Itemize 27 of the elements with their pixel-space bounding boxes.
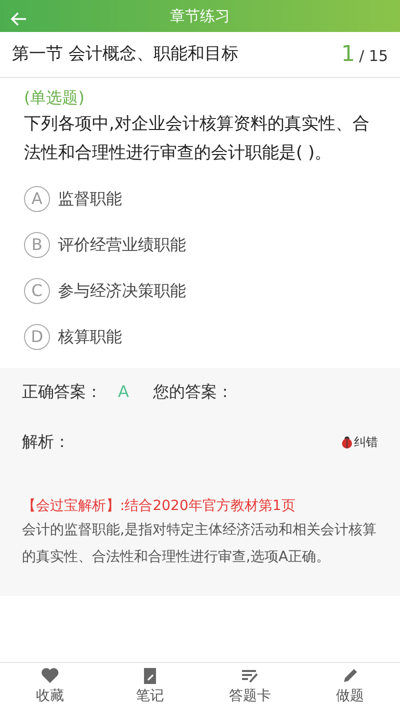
section-title: 第一节 会计概念、职能和目标 — [12, 42, 238, 66]
analysis-label: 解析： — [22, 431, 70, 453]
page-title: 章节练习 — [170, 7, 230, 25]
current-question-number: 1 — [341, 41, 356, 69]
question-total: / 15 — [359, 46, 388, 67]
analysis-text: 会计的监督职能,是指对特定主体经济活动和相关会计核算的真实性、合法性和合理性进行审查,选项A正确。 — [22, 521, 378, 567]
option-item[interactable]: A 监督职能 — [24, 176, 376, 222]
correct-answer-label: 正确答案： — [22, 381, 102, 403]
heart-icon — [40, 666, 60, 686]
nav-tab[interactable]: 收藏 — [10, 666, 90, 707]
report-error-button[interactable]: 纠错 — [340, 433, 378, 451]
your-answer-label: 您的答案： — [152, 381, 233, 403]
option-item[interactable]: D 核算职能 — [24, 314, 376, 360]
nav-tab[interactable]: 笔记 — [110, 666, 190, 707]
correct-answer: A — [118, 381, 129, 403]
option-item[interactable]: C 参与经济决策职能 — [24, 268, 376, 314]
option-letter: A — [24, 186, 50, 212]
analysis-source: 【会过宝解析】:结合2020年官方教材第1页 — [22, 497, 296, 516]
nav-tab[interactable]: 做题 — [310, 666, 390, 707]
nav-tab[interactable]: 答题卡 — [210, 666, 290, 707]
ladybug-icon — [340, 435, 354, 449]
option-letter: D — [24, 324, 50, 350]
option-letter: C — [24, 278, 50, 304]
question-type: (单选题) — [24, 87, 86, 109]
question-text: 下列各项中,对企业会计核算资料的真实性、合法性和合理性进行审查的会计职能是( )。 — [24, 113, 370, 165]
option-letter: B — [24, 232, 50, 258]
option-item[interactable]: B 评价经营业绩职能 — [24, 222, 376, 268]
